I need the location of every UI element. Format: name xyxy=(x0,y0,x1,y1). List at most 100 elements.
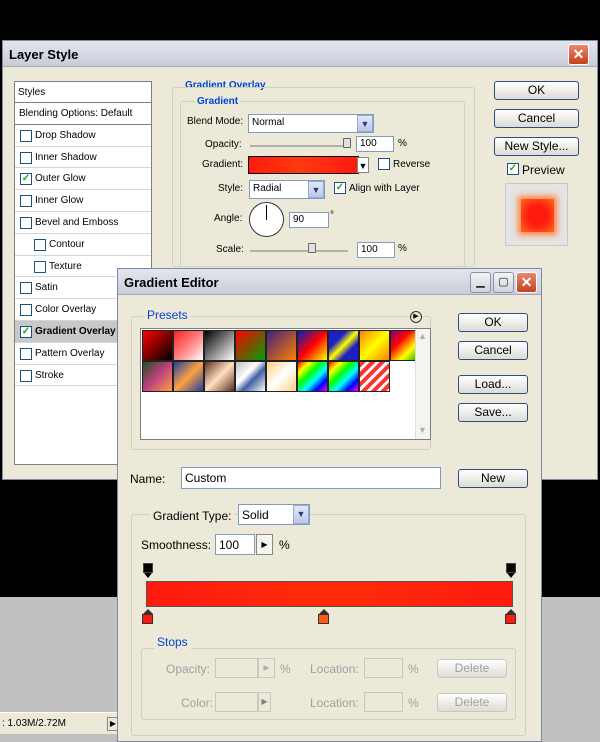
preset-swatch[interactable] xyxy=(142,330,173,361)
scale-value: 100 xyxy=(361,244,378,255)
new-style-button[interactable]: New Style... xyxy=(494,137,579,156)
align-with-layer-checkbox[interactable]: ✓ xyxy=(334,182,346,194)
cancel-button[interactable]: Cancel xyxy=(458,341,528,360)
preset-swatch[interactable] xyxy=(173,330,204,361)
ok-button[interactable]: OK xyxy=(494,81,579,100)
scale-input[interactable]: 100 xyxy=(357,242,395,258)
blending-options-item[interactable]: Blending Options: Default xyxy=(15,103,151,125)
reverse-checkbox[interactable] xyxy=(378,158,390,170)
gradient-ramp-bar[interactable] xyxy=(146,581,513,607)
checkbox[interactable] xyxy=(20,216,32,229)
checkbox[interactable] xyxy=(34,238,46,251)
color-stop-middle-icon[interactable] xyxy=(318,609,329,625)
name-input[interactable]: Custom xyxy=(181,467,441,489)
opacity-slider-thumb[interactable] xyxy=(343,138,351,148)
checkbox[interactable] xyxy=(20,282,32,295)
layer-style-title: Layer Style xyxy=(9,47,79,62)
stop-color-swatch[interactable] xyxy=(215,692,258,712)
checkbox-checked[interactable]: ✓ xyxy=(20,325,32,338)
stop-opacity-input[interactable] xyxy=(215,658,258,678)
gradient-editor-titlebar[interactable]: Gradient Editor ▁ ▢ ✕ xyxy=(118,269,541,295)
name-value: Custom xyxy=(185,471,227,485)
preset-swatch[interactable] xyxy=(266,330,297,361)
chevron-down-icon[interactable]: ▼ xyxy=(293,505,309,524)
checkbox[interactable] xyxy=(20,129,32,142)
preset-swatch[interactable] xyxy=(173,361,204,392)
preset-swatch[interactable] xyxy=(328,330,359,361)
preset-swatch[interactable] xyxy=(142,361,173,392)
scale-slider-thumb[interactable] xyxy=(308,243,316,253)
smoothness-input[interactable]: 100 xyxy=(215,534,255,555)
opacity-input[interactable]: 100 xyxy=(356,136,394,152)
color-stop-right-icon[interactable] xyxy=(505,609,516,625)
style-item-contour[interactable]: Contour xyxy=(15,234,151,256)
preset-swatch[interactable] xyxy=(266,361,297,392)
style-label: Pattern Overlay xyxy=(35,347,105,359)
style-item-inner-shadow[interactable]: Inner Shadow xyxy=(15,147,151,169)
preset-swatch[interactable] xyxy=(328,361,359,392)
checkbox[interactable] xyxy=(20,151,32,164)
opacity-stop-left-icon[interactable] xyxy=(143,563,153,579)
close-icon[interactable]: ✕ xyxy=(568,44,589,65)
preset-swatch[interactable] xyxy=(297,330,328,361)
checkbox[interactable] xyxy=(20,195,32,208)
scroll-up-icon[interactable]: ▲ xyxy=(418,331,427,341)
group-title-gradient: Gradient xyxy=(195,96,241,107)
preset-swatch[interactable] xyxy=(359,330,390,361)
styles-header[interactable]: Styles xyxy=(15,82,151,103)
maximize-icon[interactable]: ▢ xyxy=(493,272,514,293)
scale-slider-track[interactable] xyxy=(250,250,348,252)
preset-swatch[interactable] xyxy=(359,361,390,392)
presets-scrollbar[interactable]: ▲ ▼ xyxy=(415,329,430,439)
style-item-inner-glow[interactable]: Inner Glow xyxy=(15,190,151,212)
style-item-bevel-emboss[interactable]: Bevel and Emboss xyxy=(15,212,151,234)
checkbox[interactable] xyxy=(20,304,32,317)
save-button[interactable]: Save... xyxy=(458,403,528,422)
stop-color-arrow-icon[interactable]: ▶ xyxy=(258,692,271,712)
preset-swatch[interactable] xyxy=(204,361,235,392)
ok-button[interactable]: OK xyxy=(458,313,528,332)
checkbox[interactable] xyxy=(34,260,46,273)
opacity-stop-right-icon[interactable] xyxy=(506,563,516,579)
style-label: Style: xyxy=(218,183,244,194)
blend-mode-label: Blend Mode: xyxy=(187,116,244,127)
angle-dial[interactable] xyxy=(249,202,284,237)
preview-square xyxy=(521,199,554,232)
preset-swatch[interactable] xyxy=(235,330,266,361)
cancel-button[interactable]: Cancel xyxy=(494,109,579,128)
load-button[interactable]: Load... xyxy=(458,375,528,394)
presets-menu-icon[interactable]: ▶ xyxy=(410,311,422,323)
percent-sign: % xyxy=(408,696,419,710)
preset-swatch[interactable] xyxy=(235,361,266,392)
color-stop-left-icon[interactable] xyxy=(142,609,153,625)
checkbox[interactable] xyxy=(20,347,32,360)
blend-mode-select[interactable]: Normal xyxy=(248,114,374,133)
preset-swatch[interactable] xyxy=(297,361,328,392)
new-button[interactable]: New xyxy=(458,469,528,488)
gradient-editor-title: Gradient Editor xyxy=(124,275,219,290)
scale-label: Scale: xyxy=(216,244,244,255)
style-item-outer-glow[interactable]: ✓ Outer Glow xyxy=(15,168,151,191)
preset-swatch[interactable] xyxy=(204,330,235,361)
minimize-icon[interactable]: ▁ xyxy=(470,272,491,293)
stops-label: Stops xyxy=(154,635,191,649)
stop-location-input[interactable] xyxy=(364,658,403,678)
chevron-down-icon[interactable]: ▼ xyxy=(357,115,373,132)
gradient-picker-arrow-icon[interactable]: ▼ xyxy=(357,157,369,173)
gradient-preview-swatch[interactable] xyxy=(248,156,359,174)
scroll-down-icon[interactable]: ▼ xyxy=(418,425,427,435)
checkbox-checked[interactable]: ✓ xyxy=(20,173,32,186)
smoothness-arrow-icon[interactable]: ▶ xyxy=(256,534,273,555)
opacity-slider-track[interactable] xyxy=(250,145,348,147)
preview-checkbox[interactable]: ✓ xyxy=(507,163,519,175)
delete-opacity-stop-button[interactable]: Delete xyxy=(437,659,507,678)
style-item-drop-shadow[interactable]: Drop Shadow xyxy=(15,125,151,147)
chevron-down-icon[interactable]: ▼ xyxy=(308,181,324,198)
stop-opacity-arrow-icon[interactable]: ▶ xyxy=(258,658,275,678)
angle-input[interactable]: 90 xyxy=(289,212,329,228)
close-icon[interactable]: ✕ xyxy=(516,272,537,293)
checkbox[interactable] xyxy=(20,369,32,382)
stop-color-location-input[interactable] xyxy=(364,692,403,712)
layer-style-titlebar[interactable]: Layer Style ✕ xyxy=(3,41,597,67)
delete-color-stop-button[interactable]: Delete xyxy=(437,693,507,712)
